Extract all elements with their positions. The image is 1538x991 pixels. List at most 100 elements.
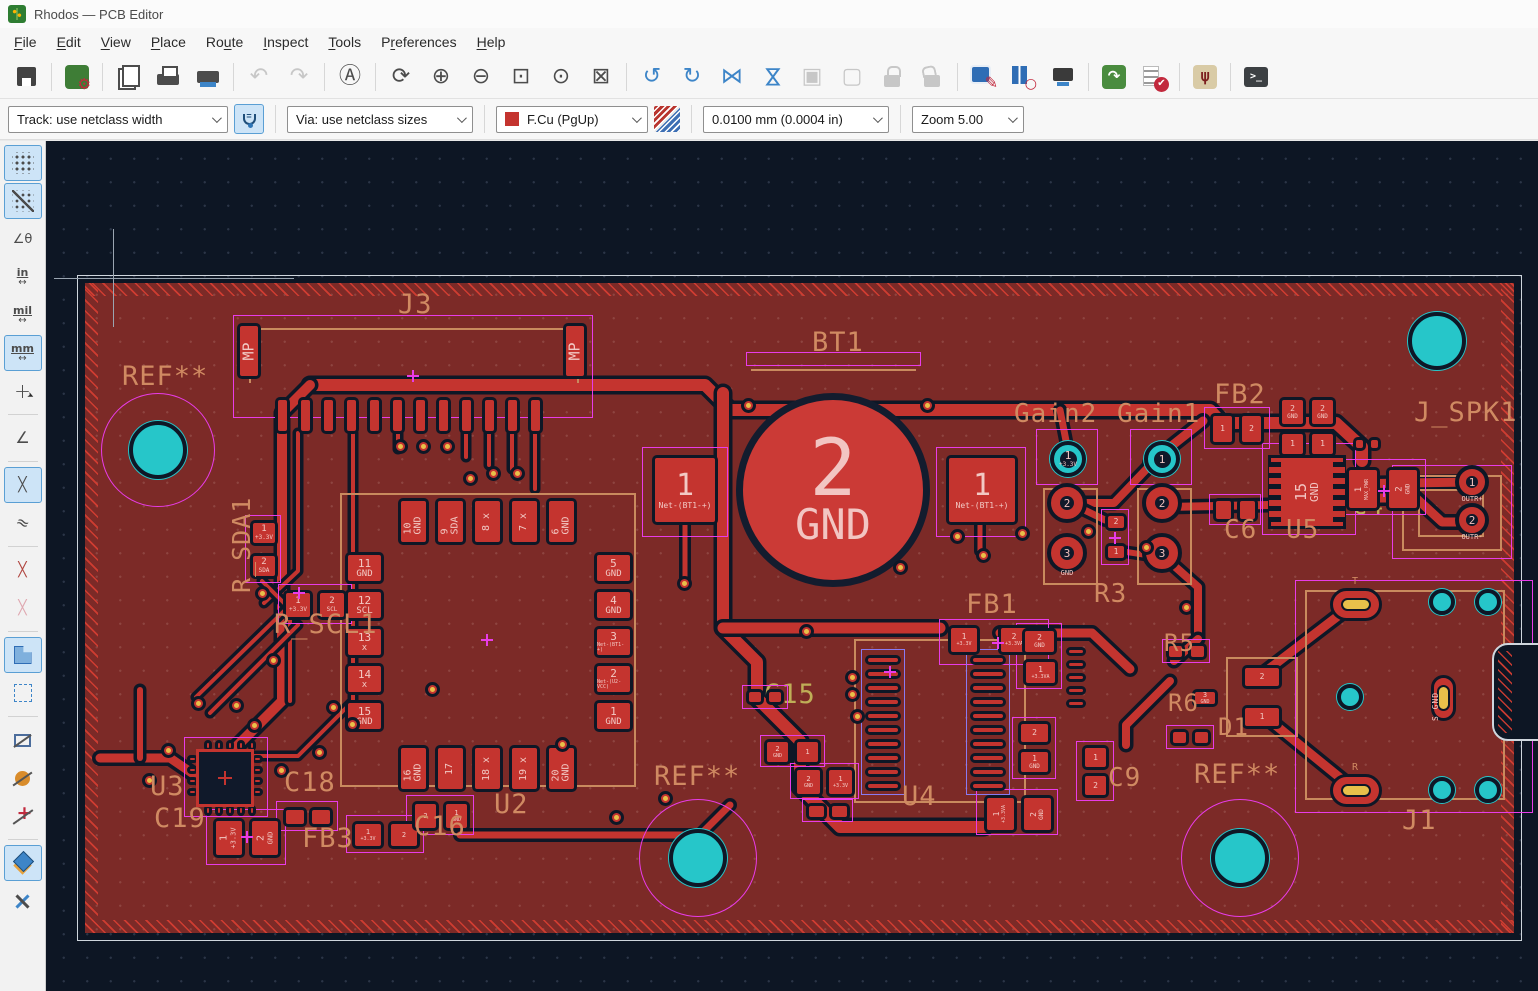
via[interactable] [486, 466, 501, 481]
pad[interactable]: 1+3.3VA [1023, 659, 1058, 686]
pad[interactable] [1330, 588, 1382, 621]
flip-vertical-button[interactable]: ⋈ [752, 59, 792, 95]
rotate-ccw-button[interactable]: ↺ [632, 59, 672, 95]
page-settings-button[interactable] [108, 59, 148, 95]
pad[interactable] [865, 725, 901, 735]
via[interactable] [247, 718, 262, 733]
pad[interactable]: 2 [1239, 413, 1264, 445]
mounting-hole[interactable] [1337, 684, 1363, 710]
menu-item-inspect[interactable]: Inspect [253, 31, 318, 53]
pad[interactable]: 19 x [509, 745, 540, 792]
silkscreen-label[interactable]: R5 [1164, 631, 1195, 655]
pad[interactable]: 1 [1210, 413, 1235, 445]
pad[interactable] [865, 781, 901, 791]
pad[interactable] [970, 725, 1006, 735]
via[interactable] [510, 466, 525, 481]
via[interactable] [976, 548, 991, 563]
pcb-canvas[interactable]: MPMP1Net-(BT1-+)1Net-(BT1-+)10 GND9 SDA8… [46, 141, 1538, 991]
pad[interactable] [865, 767, 901, 777]
pad-outline-mode-toggle[interactable] [4, 760, 42, 796]
net-color-mode-toggle[interactable] [4, 552, 42, 588]
pad[interactable] [829, 803, 850, 820]
pad[interactable]: 2GND [1022, 628, 1057, 655]
pad[interactable]: 20 GND [546, 745, 577, 792]
via-outline-mode-toggle[interactable] [4, 798, 42, 834]
via[interactable] [799, 624, 814, 639]
via[interactable] [920, 398, 935, 413]
auto-track-width-button[interactable] [234, 104, 264, 134]
pad[interactable]: 9 SDA [435, 498, 466, 545]
pad[interactable] [970, 767, 1006, 777]
units-mils-toggle[interactable] [4, 297, 42, 333]
silkscreen-label[interactable]: U4 [902, 783, 937, 810]
menu-item-file[interactable]: File [4, 31, 47, 53]
via[interactable] [658, 791, 673, 806]
pad[interactable] [865, 683, 901, 693]
pad[interactable]: 1GND [1018, 749, 1051, 775]
via[interactable] [555, 737, 570, 752]
pad[interactable]: 1+3.3V [352, 821, 384, 849]
pad[interactable] [367, 397, 382, 434]
pad[interactable]: 11GND [345, 552, 384, 584]
pad[interactable] [1330, 774, 1382, 807]
pad[interactable] [321, 397, 336, 434]
via[interactable] [950, 529, 965, 544]
silkscreen-label[interactable]: R_SDA1 [229, 497, 254, 593]
via[interactable] [1015, 526, 1030, 541]
zoom-in-button[interactable]: ⊕ [421, 59, 461, 95]
pad[interactable]: 1+3.3V [948, 625, 980, 655]
silkscreen-label[interactable]: C9 [1108, 765, 1141, 791]
silkscreen-label[interactable]: Gain1 [1117, 401, 1200, 427]
pad[interactable]: 1 [1105, 543, 1127, 561]
via[interactable] [255, 586, 270, 601]
pad[interactable]: 1 [1309, 431, 1336, 457]
pad[interactable]: 2GND [1021, 795, 1054, 833]
menu-item-edit[interactable]: Edit [47, 31, 91, 53]
circular-pad[interactable]: 2OUTR- [1455, 503, 1489, 537]
bt1-battery-pad[interactable]: 2 GND [736, 393, 930, 587]
via[interactable] [463, 471, 478, 486]
pad[interactable] [970, 683, 1006, 693]
units-inches-toggle[interactable] [4, 259, 42, 295]
update-pcb-from-schematic-button[interactable] [1094, 59, 1134, 95]
silkscreen-label[interactable]: R_SCL1 [274, 611, 378, 638]
silkscreen-label[interactable]: C18 [284, 769, 336, 796]
pad[interactable] [1066, 673, 1086, 682]
pad[interactable] [865, 711, 901, 721]
pad[interactable]: 2GND [764, 739, 791, 765]
via[interactable] [1081, 524, 1096, 539]
footprint-editor-button[interactable] [963, 59, 1003, 95]
pad[interactable] [970, 655, 1006, 665]
via[interactable] [893, 560, 908, 575]
flip-horizontal-button[interactable]: ⋈ [712, 59, 752, 95]
via[interactable] [845, 687, 860, 702]
pad[interactable]: 16 GND [398, 745, 429, 792]
pad[interactable]: 10 GND [398, 498, 429, 545]
zoom-select[interactable]: Zoom 5.00 [912, 106, 1024, 133]
pad[interactable] [390, 397, 405, 434]
show-ratsnest-toggle[interactable] [4, 467, 42, 503]
silkscreen-label[interactable]: C19 [154, 805, 206, 832]
pad[interactable] [459, 397, 474, 434]
silkscreen-label[interactable]: T [1352, 577, 1359, 587]
pad[interactable] [528, 397, 543, 434]
circular-pad[interactable]: 1OUTR+ [1455, 465, 1489, 499]
pad[interactable] [970, 697, 1006, 707]
menu-item-place[interactable]: Place [141, 31, 196, 53]
pad[interactable] [970, 781, 1006, 791]
scripting-console-button[interactable] [1236, 59, 1276, 95]
pad[interactable] [865, 753, 901, 763]
pad[interactable]: 1GND [594, 700, 633, 732]
pad[interactable]: 17 [435, 745, 466, 792]
pad[interactable]: MP [237, 323, 261, 379]
circular-pad[interactable]: 2 [1047, 483, 1087, 523]
pad[interactable] [865, 739, 901, 749]
pad[interactable] [275, 397, 290, 434]
silkscreen-label[interactable]: U5 [1286, 517, 1319, 543]
pad[interactable] [1066, 699, 1086, 708]
grid-overrides-toggle[interactable] [4, 183, 42, 219]
layer-select[interactable]: F.Cu (PgUp) [496, 106, 648, 133]
pad[interactable]: 1 [1279, 431, 1306, 457]
silkscreen-label[interactable]: BT1 [812, 329, 864, 356]
pad[interactable] [482, 397, 497, 434]
